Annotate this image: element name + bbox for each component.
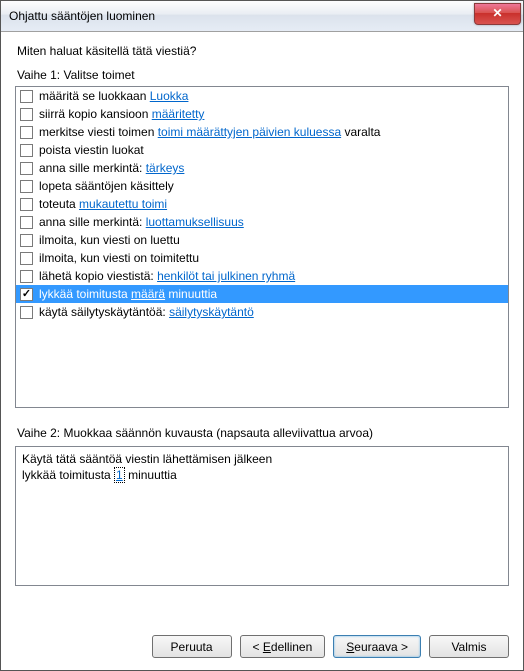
window-title: Ohjattu sääntöjen luominen xyxy=(9,9,474,23)
action-label-link[interactable]: tärkeys xyxy=(146,161,185,175)
actions-listbox[interactable]: määritä se luokkaan Luokka siirrä kopio k… xyxy=(15,86,509,408)
desc-delay-value: 1 xyxy=(114,467,125,483)
step1-label: Vaihe 1: Valitse toimet xyxy=(17,68,509,82)
action-label-pre: lopeta sääntöjen käsittely xyxy=(39,179,174,193)
action-row[interactable]: merkitse viesti toimen toimi määrättyjen… xyxy=(16,123,508,141)
action-checkbox[interactable] xyxy=(20,198,33,211)
action-checkbox[interactable] xyxy=(20,216,33,229)
action-label-link[interactable]: määritetty xyxy=(152,107,205,121)
action-label-link[interactable]: mukautettu toimi xyxy=(79,197,167,211)
action-label: toteuta mukautettu toimi xyxy=(39,197,167,211)
action-label-link[interactable]: toimi määrättyjen päivien kuluessa xyxy=(158,125,341,139)
action-label: lopeta sääntöjen käsittely xyxy=(39,179,174,193)
action-label-link[interactable]: luottamuksellisuus xyxy=(146,215,244,229)
action-label: lykkää toimitusta määrä minuuttia xyxy=(39,287,217,301)
action-label-pre: käytä säilytyskäytäntöä: xyxy=(39,305,169,319)
action-row[interactable]: lopeta sääntöjen käsittely xyxy=(16,177,508,195)
action-row[interactable]: käytä säilytyskäytäntöä: säilytyskäytänt… xyxy=(16,303,508,321)
action-checkbox[interactable] xyxy=(20,144,33,157)
action-checkbox[interactable] xyxy=(20,162,33,175)
finish-button[interactable]: Valmis xyxy=(429,635,509,658)
action-label-link[interactable]: Luokka xyxy=(150,89,189,103)
action-label-post: minuuttia xyxy=(165,287,217,301)
action-label: ilmoita, kun viesti on toimitettu xyxy=(39,251,199,265)
action-checkbox[interactable] xyxy=(20,270,33,283)
action-row[interactable]: anna sille merkintä: tärkeys xyxy=(16,159,508,177)
action-checkbox[interactable] xyxy=(20,234,33,247)
close-icon: ✕ xyxy=(492,6,502,20)
dialog-window: Ohjattu sääntöjen luominen ✕ Miten halua… xyxy=(0,0,524,671)
action-row[interactable]: ilmoita, kun viesti on toimitettu xyxy=(16,249,508,267)
action-row[interactable]: poista viestin luokat xyxy=(16,141,508,159)
action-label-pre: ilmoita, kun viesti on toimitettu xyxy=(39,251,199,265)
action-checkbox[interactable] xyxy=(20,306,33,319)
action-label-pre: ilmoita, kun viesti on luettu xyxy=(39,233,180,247)
action-label-pre: lykkää toimitusta xyxy=(39,287,131,301)
action-label: merkitse viesti toimen toimi määrättyjen… xyxy=(39,125,380,139)
action-row[interactable]: toteuta mukautettu toimi xyxy=(16,195,508,213)
action-label: ilmoita, kun viesti on luettu xyxy=(39,233,180,247)
spacer xyxy=(15,586,509,627)
action-label-pre: merkitse viesti toimen xyxy=(39,125,158,139)
action-row[interactable]: lähetä kopio viestistä: henkilöt tai jul… xyxy=(16,267,508,285)
step2-label: Vaihe 2: Muokkaa säännön kuvausta (napsa… xyxy=(17,426,509,440)
action-row[interactable]: siirrä kopio kansioon määritetty xyxy=(16,105,508,123)
action-checkbox[interactable] xyxy=(20,126,33,139)
back-button[interactable]: < Edellinen xyxy=(240,635,326,658)
action-label: poista viestin luokat xyxy=(39,143,144,157)
desc-line2-post: minuuttia xyxy=(125,468,177,482)
cancel-button[interactable]: Peruuta xyxy=(152,635,232,658)
close-button[interactable]: ✕ xyxy=(474,3,521,25)
action-label-post: varalta xyxy=(341,125,380,139)
action-label: siirrä kopio kansioon määritetty xyxy=(39,107,204,121)
action-label: anna sille merkintä: luottamuksellisuus xyxy=(39,215,244,229)
action-checkbox[interactable] xyxy=(20,252,33,265)
action-label-link[interactable]: määrä xyxy=(131,287,165,301)
action-label: lähetä kopio viestistä: henkilöt tai jul… xyxy=(39,269,295,283)
dialog-body: Miten haluat käsitellä tätä viestiä? Vai… xyxy=(1,32,523,670)
action-label-pre: lähetä kopio viestistä: xyxy=(39,269,157,283)
action-label-pre: toteuta xyxy=(39,197,79,211)
action-label-link[interactable]: henkilöt tai julkinen ryhmä xyxy=(157,269,295,283)
action-row[interactable]: ilmoita, kun viesti on luettu xyxy=(16,231,508,249)
action-label-pre: määritä se luokkaan xyxy=(39,89,150,103)
action-label: käytä säilytyskäytäntöä: säilytyskäytänt… xyxy=(39,305,254,319)
action-label-pre: anna sille merkintä: xyxy=(39,215,146,229)
action-label: määritä se luokkaan Luokka xyxy=(39,89,188,103)
action-label-pre: anna sille merkintä: xyxy=(39,161,146,175)
title-bar: Ohjattu sääntöjen luominen ✕ xyxy=(1,1,523,32)
action-label-pre: siirrä kopio kansioon xyxy=(39,107,152,121)
action-checkbox[interactable] xyxy=(20,288,33,301)
description-box: Käytä tätä sääntöä viestin lähettämisen … xyxy=(15,446,509,586)
desc-line2-pre: lykkää toimitusta xyxy=(22,468,114,482)
action-row[interactable]: anna sille merkintä: luottamuksellisuus xyxy=(16,213,508,231)
button-row: Peruuta < Edellinen Seuraava > Valmis xyxy=(15,627,509,658)
action-row[interactable]: määritä se luokkaan Luokka xyxy=(16,87,508,105)
desc-delay-value-link[interactable]: 1 xyxy=(114,467,125,483)
action-label-pre: poista viestin luokat xyxy=(39,143,144,157)
action-checkbox[interactable] xyxy=(20,180,33,193)
action-label-link[interactable]: säilytyskäytäntö xyxy=(169,305,254,319)
action-checkbox[interactable] xyxy=(20,90,33,103)
action-label: anna sille merkintä: tärkeys xyxy=(39,161,184,175)
action-row[interactable]: lykkää toimitusta määrä minuuttia xyxy=(16,285,508,303)
prompt-text: Miten haluat käsitellä tätä viestiä? xyxy=(17,44,509,58)
description-line-2: lykkää toimitusta 1 minuuttia xyxy=(22,467,502,483)
next-button[interactable]: Seuraava > xyxy=(333,635,421,658)
action-checkbox[interactable] xyxy=(20,108,33,121)
description-line-1: Käytä tätä sääntöä viestin lähettämisen … xyxy=(22,451,502,467)
